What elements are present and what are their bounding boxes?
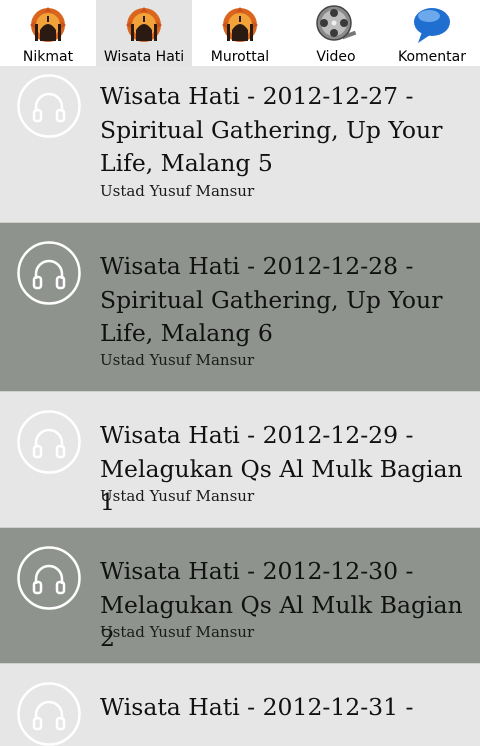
tab-label: Murottal (210, 49, 270, 65)
film-reel-icon (316, 5, 357, 41)
tab-murottal[interactable]: Murottal (192, 0, 288, 66)
list-item[interactable]: Wisata Hati - 2012-12-28 - Spiritual Gat… (0, 223, 480, 392)
tab-bar: Nikmat Wisata Hati Murottal Video Koment… (0, 0, 480, 66)
tab-label: Nikmat (22, 49, 74, 65)
item-title: Wisata Hati - 2012-12-31 - (100, 693, 414, 721)
tab-label: Wisata Hati (103, 49, 185, 65)
tab-label: Komentar (398, 49, 466, 65)
tab-nikmat[interactable]: Nikmat (0, 0, 96, 66)
item-author: Ustad Yusuf Mansur (100, 487, 255, 505)
tab-wisata-hati[interactable]: Wisata Hati (96, 0, 192, 66)
headphones-icon (17, 682, 81, 746)
list-item[interactable]: Wisata Hati - 2012-12-29 - Melagukan Qs … (0, 392, 480, 528)
headphones-icon (17, 241, 81, 305)
tab-video[interactable]: Video (288, 0, 384, 66)
list-item[interactable]: Wisata Hati - 2012-12-31 - (0, 664, 480, 746)
mosque-icon (222, 7, 258, 42)
audio-list: Wisata Hati - 2012-12-27 - Spiritual Gat… (0, 66, 480, 746)
item-title: Wisata Hati - 2012-12-28 - Spiritual Gat… (100, 252, 443, 347)
item-author: Ustad Yusuf Mansur (100, 623, 255, 641)
headphones-icon (17, 546, 81, 610)
list-item[interactable]: Wisata Hati - 2012-12-27 - Spiritual Gat… (0, 66, 480, 223)
item-author: Ustad Yusuf Mansur (100, 351, 255, 369)
mosque-icon (126, 7, 162, 42)
item-title: Wisata Hati - 2012-12-27 - Spiritual Gat… (100, 82, 443, 177)
headphones-icon (17, 74, 81, 138)
list-item[interactable]: Wisata Hati - 2012-12-30 - Melagukan Qs … (0, 528, 480, 664)
tab-komentar[interactable]: Komentar (384, 0, 480, 66)
mosque-icon (30, 7, 66, 42)
tab-label: Video (316, 49, 356, 65)
item-author: Ustad Yusuf Mansur (100, 182, 255, 200)
headphones-icon (17, 410, 81, 474)
speech-bubble-icon (414, 8, 450, 43)
